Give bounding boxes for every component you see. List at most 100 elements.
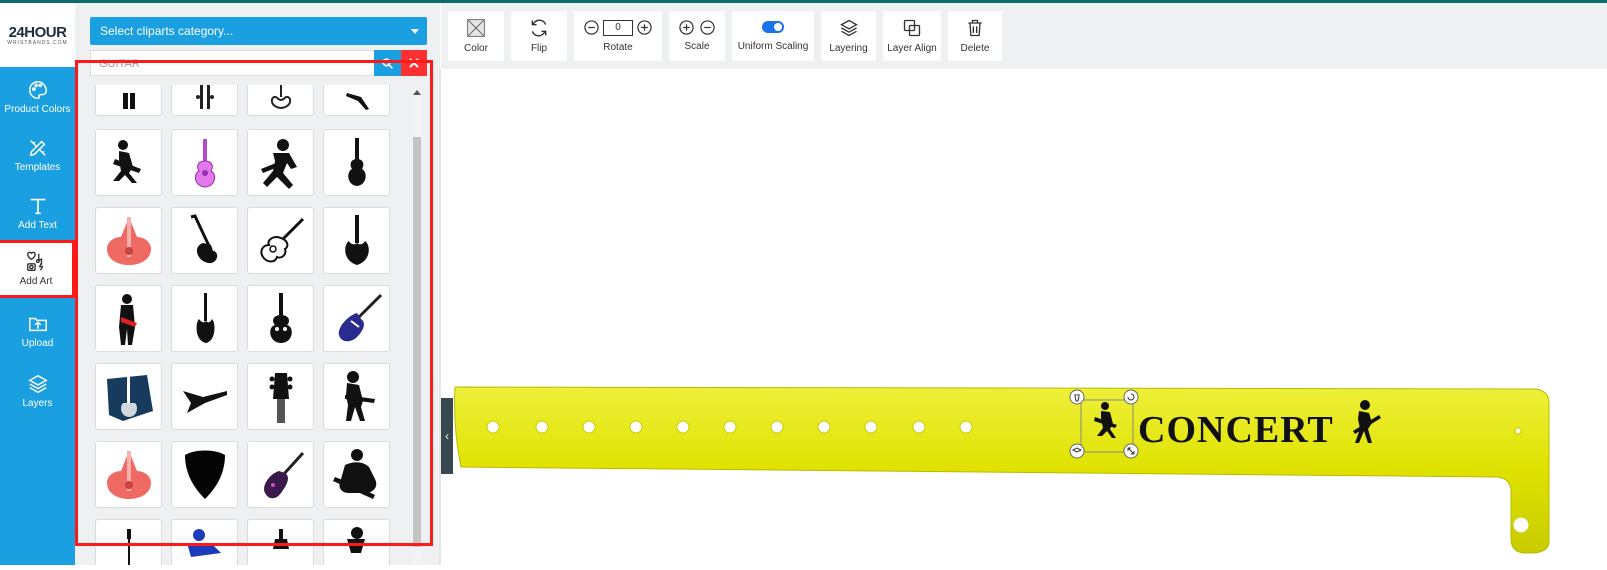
nav-label: Add Text [18, 220, 57, 231]
color-swatch-icon [467, 19, 485, 37]
color-tool-button[interactable]: Color [448, 11, 504, 61]
clipart-item[interactable] [95, 363, 162, 430]
editor-toolbar: Color Flip 0 Rotate Scale Uniform Scalin… [441, 3, 1607, 69]
layers-icon [839, 19, 858, 37]
clipart-item[interactable] [171, 519, 238, 565]
scale-tool: Scale [669, 11, 725, 61]
clipart-item[interactable] [95, 519, 162, 565]
selection-handle-rotate-icon[interactable] [1123, 389, 1139, 405]
rotate-increase-icon[interactable] [637, 20, 652, 35]
clipart-item[interactable] [247, 519, 314, 565]
blue-electric-guitar-icon [338, 293, 382, 341]
clipart-item[interactable] [247, 207, 314, 274]
pink-acoustic-guitar-icon [194, 138, 215, 188]
wristband-preview: CONCERT [454, 386, 1550, 554]
rockstar-jump-icon [260, 138, 297, 189]
rotate-decrease-icon[interactable] [584, 20, 599, 35]
performer-silhouette-icon [346, 526, 365, 553]
clipart-item[interactable] [323, 207, 390, 274]
scale-down-icon[interactable] [700, 20, 715, 35]
text-icon [30, 198, 45, 215]
guitar-pick-icon [184, 450, 225, 499]
microphone-stand-icon [126, 528, 131, 565]
nav-add-art[interactable]: Add Art [0, 240, 75, 298]
delete-tool-button[interactable]: Delete [948, 11, 1002, 61]
scroll-up-arrow-icon[interactable] [412, 87, 422, 97]
clipart-item[interactable] [323, 285, 390, 352]
nav-label: Templates [14, 162, 61, 173]
clipart-item[interactable] [323, 363, 390, 430]
hollow-body-guitar-icon [269, 292, 292, 343]
guitar-headstock-icon [195, 85, 214, 109]
clipart-item[interactable] [171, 129, 238, 196]
seated-guitarist-icon [332, 448, 376, 499]
clipart-item[interactable] [323, 441, 390, 508]
standing-guitarist-icon [118, 293, 137, 345]
electric-guitar-upright-icon [196, 292, 214, 343]
clipart-search-input[interactable]: GUITAR [90, 50, 375, 76]
uniform-scaling-toggle[interactable]: Uniform Scaling [732, 11, 814, 61]
clipart-scrollbar[interactable] [412, 87, 422, 565]
rotate-tool: 0 Rotate [574, 11, 662, 61]
clipart-item[interactable] [171, 85, 238, 116]
clipart-item[interactable] [247, 129, 314, 196]
bass-guitar-silhouette-icon [344, 214, 369, 265]
scale-up-icon[interactable] [679, 20, 694, 35]
category-select[interactable]: Select cliparts category... [90, 17, 427, 45]
toggle-switch-icon[interactable] [762, 20, 784, 33]
layering-tool-button[interactable]: Layering [821, 11, 876, 61]
search-button[interactable] [374, 50, 401, 76]
nav-templates[interactable]: Templates [0, 126, 75, 184]
electric-guitar-diagonal-icon [190, 213, 217, 263]
selection-handle-layer-icon[interactable] [1069, 443, 1085, 459]
clipart-item[interactable] [95, 285, 162, 352]
delete-tool-label: Delete [960, 43, 990, 54]
clipart-item[interactable] [95, 129, 162, 196]
nav-layers[interactable]: Layers [0, 362, 75, 420]
design-canvas[interactable]: CONCERT [441, 69, 1607, 565]
flip-tool-label: Flip [530, 43, 548, 54]
clear-search-button[interactable] [401, 50, 427, 76]
electric-guitar-outline-icon [270, 85, 291, 109]
layer-align-tool-button[interactable]: Layer Align [883, 11, 941, 61]
layers-icon [27, 374, 48, 394]
clipart-item[interactable] [247, 363, 314, 430]
nav-product-colors[interactable]: Product Colors [0, 68, 75, 126]
nav-add-text[interactable]: Add Text [0, 184, 75, 242]
scroll-thumb[interactable] [413, 137, 421, 547]
clipart-item[interactable] [171, 207, 238, 274]
selection-handle-scale-icon[interactable] [1123, 443, 1139, 459]
red-acoustic-guitar-icon [106, 450, 151, 499]
clipart-item[interactable] [171, 363, 238, 430]
clipart-item[interactable] [171, 441, 238, 508]
clipart-item[interactable] [323, 129, 390, 196]
clipart-item[interactable] [247, 441, 314, 508]
nav-label: Product Colors [4, 104, 71, 115]
flip-tool-button[interactable]: Flip [511, 11, 567, 61]
palette-icon [28, 81, 47, 99]
brand-logo[interactable]: 24HOUR WRISTBANDS.COM [0, 3, 75, 67]
clipart-item[interactable] [95, 441, 162, 508]
clipart-item[interactable] [171, 285, 238, 352]
guitarist-silhouette-icon [122, 92, 135, 109]
selection-handle-delete-icon[interactable] [1069, 389, 1085, 405]
rotate-tool-label: Rotate [603, 41, 633, 53]
wristband-text[interactable]: CONCERT [1138, 409, 1334, 451]
collapse-panel-button[interactable]: ‹ [441, 398, 453, 474]
nav-label: Upload [21, 338, 54, 349]
layering-tool-label: Layering [829, 43, 868, 54]
clipart-grid [91, 85, 411, 565]
clipart-item[interactable] [323, 519, 390, 565]
clipart-item[interactable] [247, 285, 314, 352]
clipart-item[interactable] [323, 85, 390, 116]
blue-guitarist-icon [186, 528, 221, 557]
rotate-value-input[interactable]: 0 [603, 19, 633, 36]
clipart-item[interactable] [95, 207, 162, 274]
search-icon [382, 57, 393, 69]
wristband-strip[interactable] [454, 386, 1550, 554]
nav-upload[interactable]: Upload [0, 302, 75, 360]
clipart-item[interactable] [247, 85, 314, 116]
clipart-item[interactable] [95, 85, 162, 116]
nav-label: Layers [22, 398, 53, 409]
close-icon [409, 58, 419, 68]
